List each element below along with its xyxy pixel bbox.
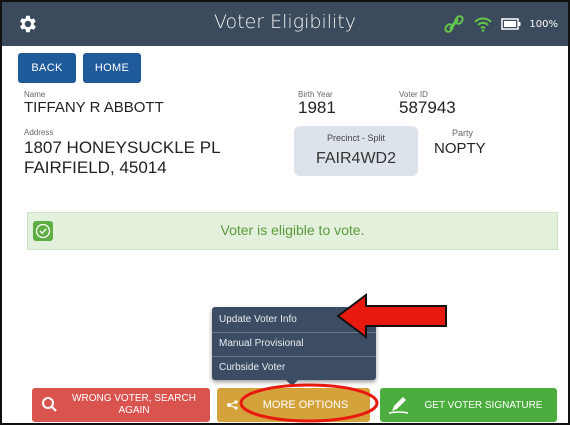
battery-level: 100% xyxy=(529,18,558,30)
back-button[interactable]: BACK xyxy=(18,53,76,83)
status-icons: 100% xyxy=(443,14,558,34)
get-signature-label: GET VOTER SIGNATURE xyxy=(424,399,543,411)
pen-icon xyxy=(388,397,409,414)
precinct-label: Precinct - Split xyxy=(326,133,386,143)
annotation-arrow xyxy=(336,293,447,339)
menu-item-curbside-voter[interactable]: Curbside Voter xyxy=(212,356,376,380)
home-button[interactable]: HOME xyxy=(83,53,141,83)
precinct-value: FAIR4WD2 xyxy=(315,150,396,167)
party-label: Party xyxy=(452,128,474,138)
wrong-voter-button[interactable]: WRONG VOTER, SEARCH AGAIN xyxy=(32,388,210,422)
precinct-box: Precinct - Split FAIR4WD2 xyxy=(294,126,418,176)
address-line-1: 1807 HONEYSUCKLE PL xyxy=(24,138,221,157)
eligibility-message: Voter is eligible to vote. xyxy=(220,222,365,238)
search-icon xyxy=(42,397,57,412)
get-signature-button[interactable]: GET VOTER SIGNATURE xyxy=(380,388,557,422)
voter-name: TIFFANY R ABBOTT xyxy=(24,99,164,116)
birth-year: 1981 xyxy=(298,98,336,117)
wifi-icon xyxy=(474,17,493,32)
wrong-voter-label: WRONG VOTER, SEARCH AGAIN xyxy=(72,393,196,416)
address-label: Address xyxy=(24,128,54,137)
party-value: NOPTY xyxy=(434,140,486,157)
top-bar: Voter Eligibility 100% xyxy=(2,2,568,46)
annotation-ellipse xyxy=(239,383,379,423)
app-frame: Voter Eligibility 100% BACK HOME Name TI… xyxy=(0,0,570,425)
name-label: Name xyxy=(24,90,46,99)
link-icon xyxy=(444,15,465,33)
address-line-2: FAIRFIELD, 45014 xyxy=(24,158,167,177)
voter-id: 587943 xyxy=(399,98,456,117)
eligibility-banner: Voter is eligible to vote. xyxy=(27,212,558,250)
battery-icon xyxy=(501,18,521,30)
